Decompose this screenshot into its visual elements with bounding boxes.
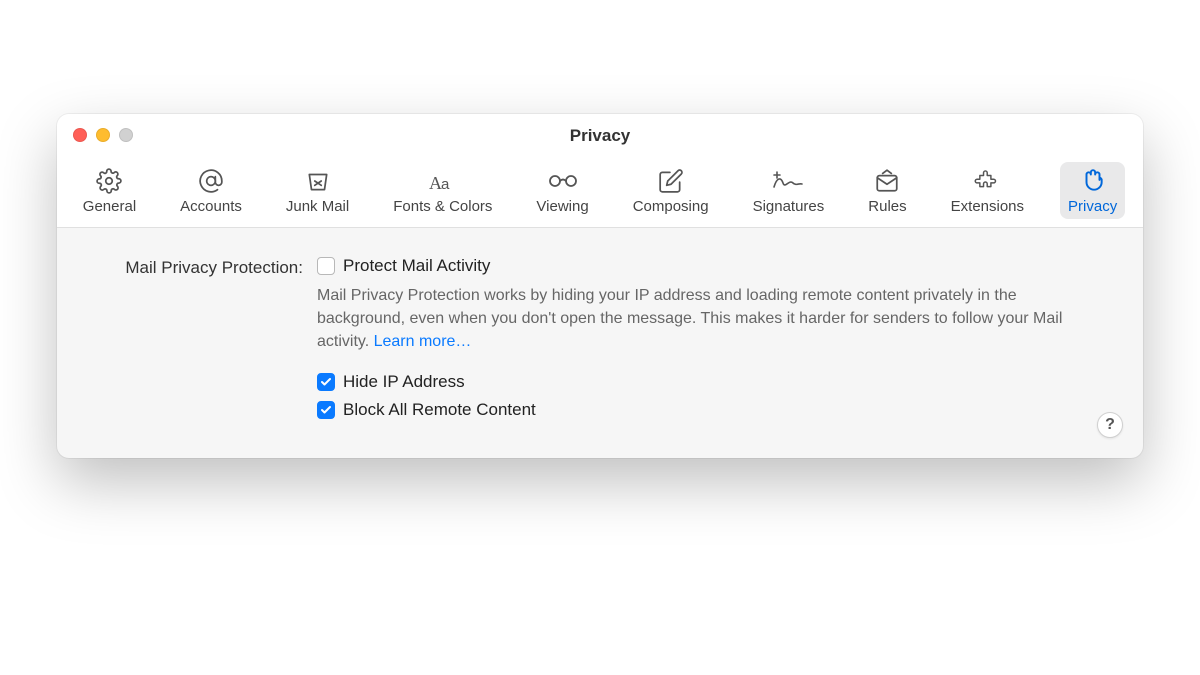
- hide-ip-row: Hide IP Address: [317, 372, 1077, 392]
- at-sign-icon: [198, 168, 224, 194]
- glasses-icon: [546, 168, 580, 194]
- content-area: Mail Privacy Protection: Protect Mail Ac…: [57, 228, 1143, 448]
- tab-label: Composing: [633, 198, 709, 215]
- signature-icon: [771, 168, 805, 194]
- protect-mail-label: Protect Mail Activity: [343, 256, 490, 276]
- zoom-button[interactable]: [119, 128, 133, 142]
- svg-text:a: a: [441, 176, 450, 193]
- fonts-icon: Aa: [428, 168, 458, 194]
- tab-label: Privacy: [1068, 198, 1117, 215]
- tab-junk-mail[interactable]: Junk Mail: [278, 162, 357, 219]
- tab-label: Viewing: [536, 198, 588, 215]
- gear-icon: [96, 168, 122, 194]
- block-remote-label: Block All Remote Content: [343, 400, 536, 420]
- learn-more-link[interactable]: Learn more…: [374, 333, 472, 350]
- tab-label: Accounts: [180, 198, 242, 215]
- puzzle-icon: [974, 168, 1000, 194]
- protect-mail-row: Protect Mail Activity: [317, 256, 1077, 276]
- protect-mail-checkbox[interactable]: [317, 257, 335, 275]
- preferences-toolbar: General Accounts Junk Mail Aa Fonts & Co…: [57, 158, 1143, 228]
- minimize-button[interactable]: [96, 128, 110, 142]
- trash-icon: [305, 168, 331, 194]
- tab-label: Rules: [868, 198, 906, 215]
- window-title: Privacy: [570, 126, 631, 146]
- tab-fonts-colors[interactable]: Aa Fonts & Colors: [385, 162, 500, 219]
- preferences-window: Privacy General Accounts Junk Mail Aa Fo…: [57, 114, 1143, 458]
- rules-icon: [873, 168, 901, 194]
- close-button[interactable]: [73, 128, 87, 142]
- hide-ip-label: Hide IP Address: [343, 372, 465, 392]
- tab-extensions[interactable]: Extensions: [943, 162, 1032, 219]
- tab-accounts[interactable]: Accounts: [172, 162, 250, 219]
- privacy-description: Mail Privacy Protection works by hiding …: [317, 284, 1077, 354]
- tab-general[interactable]: General: [75, 162, 144, 219]
- section-body: Protect Mail Activity Mail Privacy Prote…: [317, 256, 1107, 428]
- tab-label: Extensions: [951, 198, 1024, 215]
- tab-signatures[interactable]: Signatures: [745, 162, 833, 219]
- compose-icon: [658, 168, 684, 194]
- tab-privacy[interactable]: Privacy: [1060, 162, 1125, 219]
- tab-label: General: [83, 198, 136, 215]
- tab-composing[interactable]: Composing: [625, 162, 717, 219]
- block-remote-row: Block All Remote Content: [317, 400, 1077, 420]
- tab-label: Junk Mail: [286, 198, 349, 215]
- section-heading: Mail Privacy Protection:: [93, 256, 303, 428]
- hand-icon: [1080, 168, 1106, 194]
- hide-ip-checkbox[interactable]: [317, 373, 335, 391]
- tab-label: Fonts & Colors: [393, 198, 492, 215]
- titlebar: Privacy: [57, 114, 1143, 158]
- tab-rules[interactable]: Rules: [860, 162, 914, 219]
- tab-label: Signatures: [753, 198, 825, 215]
- help-button[interactable]: ?: [1097, 412, 1123, 438]
- window-controls: [73, 128, 133, 142]
- tab-viewing[interactable]: Viewing: [528, 162, 596, 219]
- block-remote-checkbox[interactable]: [317, 401, 335, 419]
